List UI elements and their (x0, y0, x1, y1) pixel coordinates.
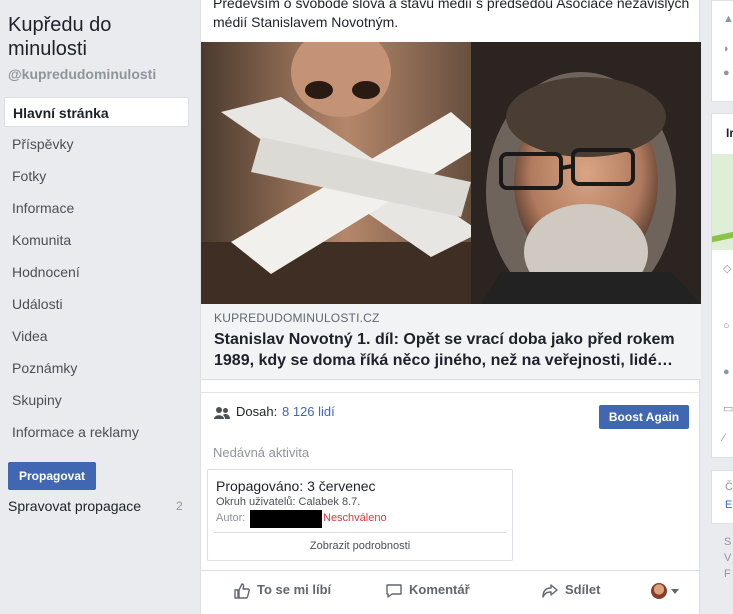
activity-divider (214, 532, 506, 533)
right-card-language: Č E (711, 470, 733, 524)
link-domain: KUPREDUDOMINULOSTI.CZ (214, 311, 380, 325)
promotion-title: Propagováno: 3 červenec (216, 478, 376, 494)
right-column: ▲ ◗ ● Ir ◇ ○ ● ▭ ∕ Č E S V F (711, 0, 733, 614)
post-link-image[interactable] (201, 42, 701, 304)
manage-promotions-count: 2 (176, 499, 183, 513)
reach-row: Dosah: 8 126 lidí Boost Again (201, 392, 701, 436)
link-preview[interactable]: KUPREDUDOMINULOSTI.CZ Stanislav Novotný … (201, 304, 701, 380)
mail-icon: ▭ (723, 403, 733, 415)
avatar (651, 583, 667, 599)
page-handle[interactable]: @kupredudominulosti (8, 66, 156, 82)
share-icon (542, 583, 558, 598)
sidebar-item-notes[interactable]: Poznámky (4, 353, 189, 385)
link-title[interactable]: Stanislav Novotný 1. díl: Opět se vrací … (214, 329, 684, 371)
pencil-icon: ∕ (723, 432, 725, 444)
clock-icon: ● (723, 366, 730, 378)
promotion-activity-card: Propagováno: 3 červenec Okruh uživatelů:… (207, 469, 513, 561)
recent-activity-label: Nedávná aktivita (213, 445, 310, 460)
people-icon (214, 407, 230, 419)
post-text: Především o svobodě slova a stavu médií … (213, 0, 690, 30)
tag-icon: ◇ (723, 263, 732, 275)
footer-letter-3: F (724, 568, 731, 580)
post-as-selector[interactable] (651, 581, 681, 601)
reach-value[interactable]: 8 126 lidí (282, 404, 335, 419)
footer-letter-2: V (724, 552, 732, 564)
messenger-icon: ○ (723, 320, 730, 332)
manage-promotions-link[interactable]: Spravovat propagace (8, 498, 141, 514)
sidebar-item-about[interactable]: Informace (4, 193, 189, 225)
comment-label: Komentář (409, 582, 470, 597)
sidebar-item-info-and-ads[interactable]: Informace a reklamy (4, 417, 189, 449)
page-title[interactable]: Kupředu do minulosti (8, 13, 188, 61)
chevron-down-icon (671, 589, 679, 594)
comment-button[interactable]: Komentář (385, 581, 470, 601)
share-button[interactable]: Sdílet (541, 581, 600, 601)
footer-letter-1: S (724, 536, 732, 548)
link-preview-image (201, 42, 701, 304)
like-icon: ▲ (723, 13, 733, 25)
map-thumbnail[interactable] (712, 154, 733, 250)
sidebar-item-groups[interactable]: Skupiny (4, 385, 189, 417)
sidebar-item-posts[interactable]: Příspěvky (4, 129, 189, 161)
share-label: Sdílet (565, 582, 601, 597)
post-actions-bar: To se mi líbí Komentář Sdílet (201, 570, 701, 610)
page-sidebar: Kupředu do minulosti @kupredudominulosti… (0, 0, 196, 614)
map-road (712, 231, 733, 243)
reach-label: Dosah: (236, 404, 278, 419)
promote-button[interactable]: Propagovat (8, 462, 96, 490)
comment-icon (386, 583, 402, 598)
promotion-audience: Okruh uživatelů: Calabek 8.7. (216, 496, 361, 508)
sidebar-item-home[interactable]: Hlavní stránka (4, 97, 189, 127)
card3-letter-2[interactable]: E (725, 499, 732, 511)
right-card-stats: ▲ ◗ ● (711, 0, 733, 102)
sidebar-item-community[interactable]: Komunita (4, 225, 189, 257)
view-details-link[interactable]: Zobrazit podrobnosti (208, 540, 512, 552)
boost-again-button[interactable]: Boost Again (599, 405, 689, 429)
promotion-author-label: Autor: (216, 512, 246, 524)
post-card: Především o svobodě slova a stavu médií … (200, 0, 701, 614)
rss-icon: ◗ (723, 43, 730, 55)
sidebar-item-reviews[interactable]: Hodnocení (4, 257, 189, 289)
card3-letter-1: Č (725, 481, 733, 493)
sidebar-item-videos[interactable]: Videa (4, 321, 189, 353)
card-heading: Ir (726, 126, 733, 140)
redacted-author-name (250, 510, 322, 528)
thumbs-up-icon (234, 582, 250, 599)
like-label: To se mi líbí (257, 582, 332, 597)
right-card-about: Ir ◇ ○ ● ▭ ∕ (711, 113, 733, 458)
sidebar-item-photos[interactable]: Fotky (4, 161, 189, 193)
sidebar-nav: Hlavní stránka Příspěvky Fotky Informace… (4, 97, 189, 449)
promotion-status-badge: Neschváleno (323, 512, 387, 524)
sidebar-item-events[interactable]: Události (4, 289, 189, 321)
like-button[interactable]: To se mi líbí (233, 581, 331, 601)
people-icon: ● (723, 67, 730, 79)
